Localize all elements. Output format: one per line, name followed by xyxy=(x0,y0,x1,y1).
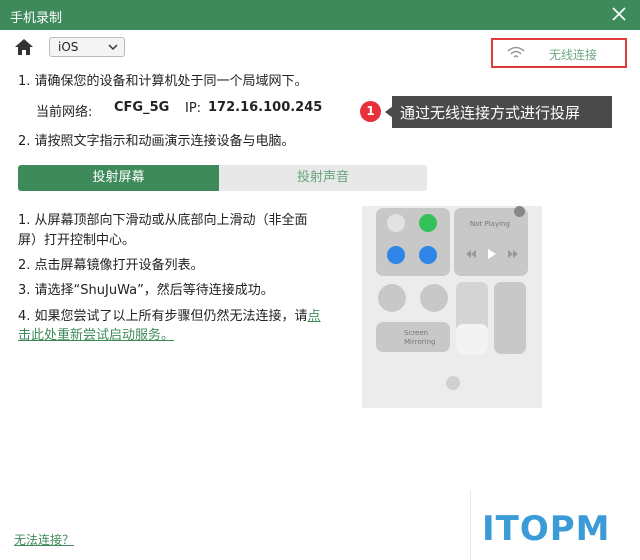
now-playing-tile xyxy=(454,208,528,276)
mirroring-label-line-2: Mirroring xyxy=(404,338,436,346)
divider xyxy=(470,490,471,560)
cellular-icon xyxy=(419,214,437,232)
wireless-connect-button[interactable]: 无线连接 xyxy=(491,38,627,68)
step-3: 3. 请选择“ShuJuWa”，然后等待连接成功。 xyxy=(18,283,274,298)
os-select-value: iOS xyxy=(58,40,79,54)
step-1-line-b: 屏）打开控制中心。 xyxy=(18,233,136,248)
annotation-number-badge: 1 xyxy=(360,101,381,122)
tab-cast-audio[interactable]: 投射声音 xyxy=(219,165,427,191)
airplane-icon xyxy=(387,214,405,232)
chevron-down-icon xyxy=(108,44,118,51)
ip-value: 172.16.100.245 xyxy=(208,100,323,115)
screen-mirroring-tile xyxy=(376,322,450,352)
instruction-line-2: 2. 请按照文字指示和动画演示连接设备与电脑。 xyxy=(18,134,295,149)
camera-icon xyxy=(446,376,460,390)
restart-service-link[interactable]: 击此处重新尝试启动服务。 xyxy=(18,324,174,343)
now-playing-text: Not Playing xyxy=(470,220,510,228)
bluetooth-icon xyxy=(419,246,437,264)
step-4-line-a: 4. 如果您尝试了以上所有步骤但仍然无法连接，请点 xyxy=(18,305,321,324)
window-title: 手机录制 xyxy=(10,11,63,26)
annotation-callout: 通过无线连接方式进行投屏 xyxy=(392,96,612,128)
volume-slider xyxy=(494,282,526,354)
media-controls-icon xyxy=(466,249,518,259)
cant-connect-link[interactable]: 无法连接？ xyxy=(14,531,74,548)
restart-service-link-part-a[interactable]: 点 xyxy=(308,309,321,324)
instruction-line-1: 1. 请确保您的设备和计算机处于同一个局域网下。 xyxy=(18,74,308,89)
wifi-icon xyxy=(507,46,525,58)
control-center-illustration: Not Playing Screen Mirroring xyxy=(362,206,542,408)
brightness-fill xyxy=(456,324,488,354)
rotation-lock-icon xyxy=(378,284,406,312)
title-bar: 手机录制 xyxy=(0,0,640,30)
close-small-icon xyxy=(514,206,525,217)
network-label: 当前网络: xyxy=(36,105,93,120)
mirroring-label-line-1: Screen xyxy=(404,329,429,337)
tab-cast-screen[interactable]: 投射屏幕 xyxy=(18,165,219,191)
wifi-toggle-icon xyxy=(387,246,405,264)
wireless-connect-label: 无线连接 xyxy=(549,48,598,62)
ip-label: IP: xyxy=(185,101,202,116)
network-value: CFG_5G xyxy=(114,100,170,115)
watermark-logo: ITOPM xyxy=(482,509,611,549)
step-4-text: 4. 如果您尝试了以上所有步骤但仍然无法连接，请 xyxy=(18,309,308,324)
home-icon[interactable] xyxy=(14,38,34,56)
close-icon[interactable] xyxy=(610,5,628,23)
step-2: 2. 点击屏幕镜像打开设备列表。 xyxy=(18,258,204,273)
do-not-disturb-icon xyxy=(420,284,448,312)
os-select[interactable]: iOS xyxy=(49,37,125,57)
step-1-line-a: 1. 从屏幕顶部向下滑动或从底部向上滑动（非全面 xyxy=(18,213,308,228)
